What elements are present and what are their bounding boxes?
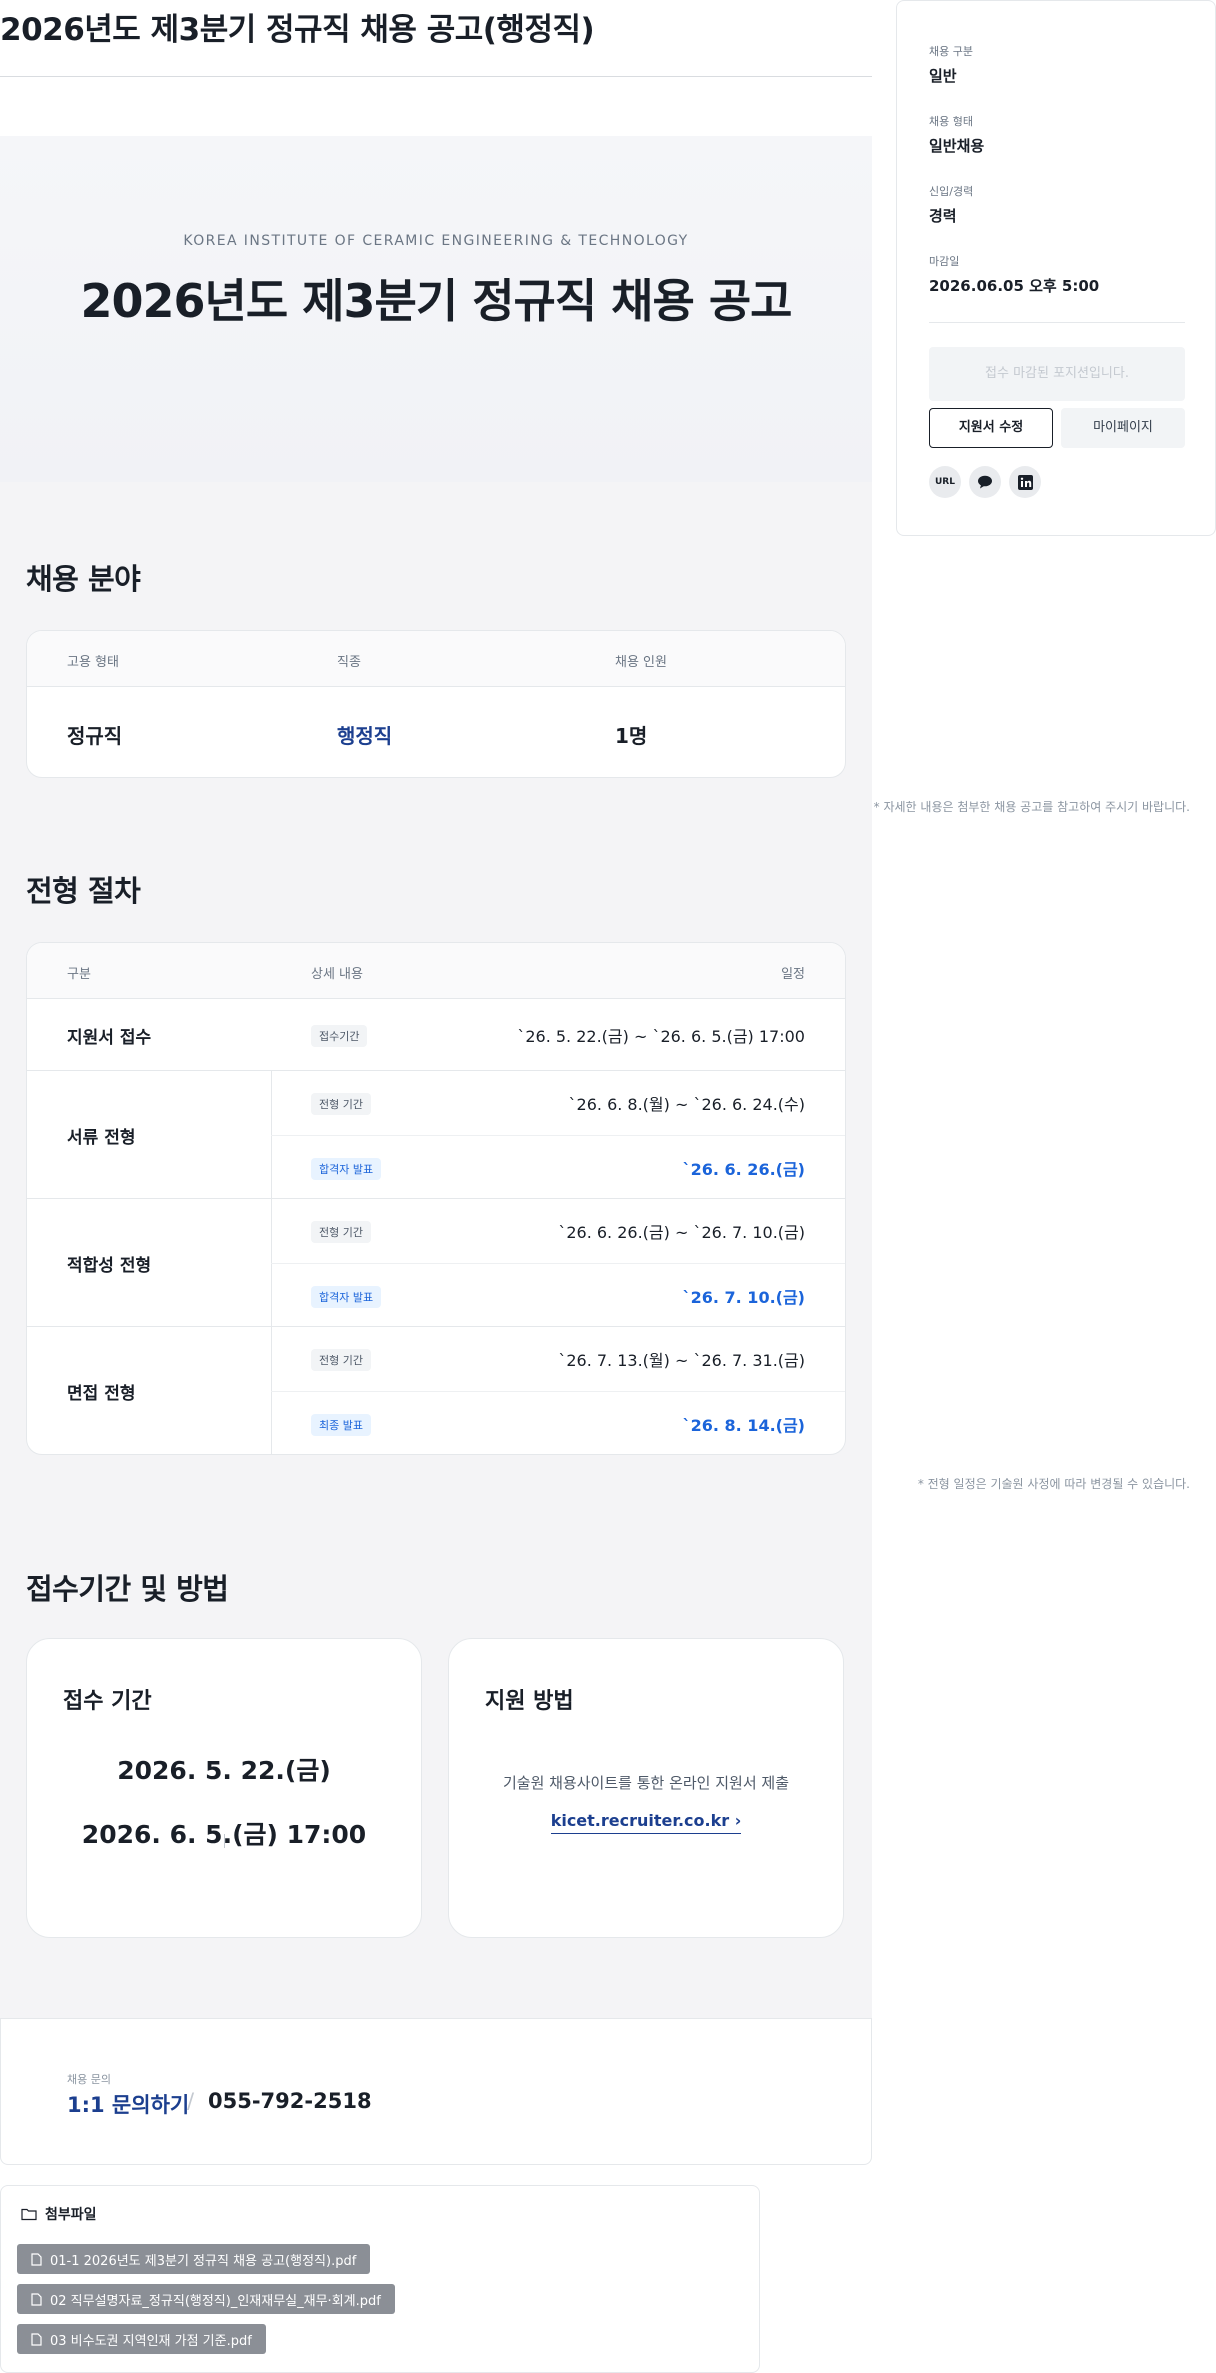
page-title: 2026년도 제3분기 정규직 채용 공고(행정직) xyxy=(0,12,595,48)
method-card: 지원 방법 기술원 채용사이트를 통한 온라인 지원서 제출 kicet.rec… xyxy=(448,1638,844,1938)
stage-date: `26. 6. 26.(금) ~ `26. 7. 10.(금) xyxy=(558,1223,805,1242)
headcount: 1명 xyxy=(615,724,648,748)
hero-title: 2026년도 제3분기 정규직 채용 공고 xyxy=(80,274,793,328)
recruit-field-note: * 자세한 내용은 첨부한 채용 공고를 참고하여 주시기 바랍니다. xyxy=(873,800,1190,814)
column-header: 일정 xyxy=(781,967,805,982)
column-header: 채용 인원 xyxy=(615,655,667,670)
stage-badge: 접수기간 xyxy=(311,1025,368,1047)
file-icon xyxy=(31,2292,42,2306)
stage-name: 지원서 접수 xyxy=(67,1028,152,1048)
file-name: 03 비수도권 지역인재 가점 기준.pdf xyxy=(50,2333,252,2349)
recruit-field-heading: 채용 분야 xyxy=(26,562,141,596)
field-label: 채용 구분 xyxy=(929,45,973,58)
field-value: 일반 xyxy=(929,67,957,85)
linkedin-icon[interactable] xyxy=(1009,466,1041,498)
file-download-button[interactable]: 03 비수도권 지역인재 가점 기준.pdf xyxy=(17,2324,266,2354)
stage-date: `26. 7. 10.(금) xyxy=(682,1288,805,1307)
inquiry-link[interactable]: 1:1 문의하기 xyxy=(67,2089,189,2119)
process-table: 구분 상세 내용 일정 지원서 접수 접수기간 `26. 5. 22.(금) ~… xyxy=(26,942,846,1455)
stage-badge: 전형 기간 xyxy=(311,1349,371,1371)
file-download-button[interactable]: 02 직무설명자료_정규직(행정직)_인재재무실_재무·회계.pdf xyxy=(17,2284,395,2314)
column-header: 고용 형태 xyxy=(67,655,119,670)
share-url-label: URL xyxy=(935,477,955,487)
stage-item: 합격자 발표 `26. 6. 26.(금) xyxy=(271,1135,845,1199)
stage-name: 적합성 전형 xyxy=(67,1256,152,1276)
table-row: 서류 전형 전형 기간 `26. 6. 8.(월) ~ `26. 6. 24.(… xyxy=(27,1071,845,1199)
kakao-icon[interactable] xyxy=(969,466,1001,498)
stage-item: 합격자 발표 `26. 7. 10.(금) xyxy=(271,1263,845,1327)
stage-item: 접수기간 `26. 5. 22.(금) ~ `26. 6. 5.(금) 17:0… xyxy=(271,1003,845,1067)
link-icon[interactable]: URL xyxy=(929,466,961,498)
period-card: 접수 기간 2026. 5. 22.(금) 2026. 6. 5.(금) 17:… xyxy=(26,1638,422,1938)
file-icon xyxy=(31,2252,42,2266)
period-start: 2026. 5. 22.(금) xyxy=(117,1756,331,1785)
stage-badge: 합격자 발표 xyxy=(311,1286,382,1308)
table-row: 적합성 전형 전형 기간 `26. 6. 26.(금) ~ `26. 7. 10… xyxy=(27,1199,845,1327)
method-card-title: 지원 방법 xyxy=(485,1689,574,1714)
linkedin-logo xyxy=(1017,474,1033,490)
stage-badge: 최종 발표 xyxy=(311,1414,371,1436)
title-divider xyxy=(0,76,872,77)
stage-item: 전형 기간 `26. 7. 13.(월) ~ `26. 7. 31.(금) xyxy=(271,1327,845,1391)
period-end: 2026. 6. 5.(금) 17:00 xyxy=(81,1820,367,1849)
employment-type: 정규직 xyxy=(67,724,123,748)
stage-date: `26. 8. 14.(금) xyxy=(682,1416,805,1435)
method-description: 기술원 채용사이트를 통한 온라인 지원서 제출 xyxy=(502,1774,790,1792)
stage-item: 최종 발표 `26. 8. 14.(금) xyxy=(271,1391,845,1454)
column-header: 직종 xyxy=(337,655,361,670)
file-name: 02 직무설명자료_정규직(행정직)_인재재무실_재무·회계.pdf xyxy=(50,2293,381,2309)
job-type-link[interactable]: 행정직 xyxy=(337,720,392,749)
attachments-header: 첨부파일 xyxy=(21,2204,97,2224)
process-note: * 전형 일정은 기술원 사정에 따라 변경될 수 있습니다. xyxy=(917,1477,1190,1491)
edit-application-button[interactable]: 지원서 수정 xyxy=(929,408,1053,448)
contact-phone: 055-792-2518 xyxy=(208,2089,372,2113)
stage-badge: 합격자 발표 xyxy=(311,1158,382,1180)
recruit-field-table: 고용 형태 직종 채용 인원 정규직 행정직 1명 xyxy=(26,630,846,778)
file-icon xyxy=(31,2332,42,2346)
stage-item: 전형 기간 `26. 6. 8.(월) ~ `26. 6. 24.(수) xyxy=(271,1071,845,1135)
contact-separator: / xyxy=(187,2089,195,2113)
table-row: 지원서 접수 접수기간 `26. 5. 22.(금) ~ `26. 6. 5.(… xyxy=(27,999,845,1071)
stage-badge: 전형 기간 xyxy=(311,1093,371,1115)
sidebar-divider xyxy=(929,322,1185,323)
field-label: 신입/경력 xyxy=(929,185,974,198)
stage-name: 면접 전형 xyxy=(67,1384,136,1404)
column-header: 구분 xyxy=(67,967,91,982)
deadline-value: 2026.06.05 오후 5:00 xyxy=(929,277,1100,295)
hero-banner: KOREA INSTITUTE OF CERAMIC ENGINEERING &… xyxy=(0,136,872,482)
recruit-site-link-text[interactable]: kicet.recruiter.co.kr › xyxy=(550,1811,742,1834)
field-value: 일반채용 xyxy=(929,137,985,155)
attachments-box: 첨부파일 01-1 2026년도 제3분기 정규직 채용 공고(행정직).pdf… xyxy=(0,2185,760,2373)
stage-date: `26. 6. 26.(금) xyxy=(682,1160,805,1179)
contact-label: 채용 문의 xyxy=(67,2073,111,2086)
job-summary-sidebar: 채용 구분 일반 채용 형태 일반채용 신입/경력 경력 마감일 2026.06… xyxy=(896,0,1216,536)
table-header: 구분 상세 내용 일정 xyxy=(27,943,845,999)
stage-name: 서류 전형 xyxy=(67,1128,136,1148)
mypage-button[interactable]: 마이페이지 xyxy=(1061,408,1185,448)
field-value: 경력 xyxy=(929,207,957,225)
process-heading: 전형 절차 xyxy=(26,874,141,908)
column-header: 상세 내용 xyxy=(311,967,363,982)
table-header: 고용 형태 직종 채용 인원 xyxy=(27,631,845,687)
period-card-title: 접수 기간 xyxy=(63,1689,152,1714)
folder-icon xyxy=(21,2208,37,2221)
period-heading: 접수기간 및 방법 xyxy=(26,1572,229,1606)
stage-badge: 전형 기간 xyxy=(311,1221,371,1243)
file-download-button[interactable]: 01-1 2026년도 제3분기 정규직 채용 공고(행정직).pdf xyxy=(17,2244,371,2274)
recruit-site-link[interactable]: kicet.recruiter.co.kr › xyxy=(449,1811,843,1834)
stage-date: `26. 7. 13.(월) ~ `26. 7. 31.(금) xyxy=(558,1351,805,1370)
stage-item: 전형 기간 `26. 6. 26.(금) ~ `26. 7. 10.(금) xyxy=(271,1199,845,1263)
file-name: 01-1 2026년도 제3분기 정규직 채용 공고(행정직).pdf xyxy=(50,2253,357,2269)
field-label: 마감일 xyxy=(929,255,960,268)
speech-bubble-icon xyxy=(978,475,992,489)
table-row: 정규직 행정직 1명 xyxy=(27,687,845,777)
table-row: 면접 전형 전형 기간 `26. 7. 13.(월) ~ `26. 7. 31.… xyxy=(27,1327,845,1454)
hero-org-name: KOREA INSTITUTE OF CERAMIC ENGINEERING &… xyxy=(183,233,689,249)
contact-box: 채용 문의 1:1 문의하기 / 055-792-2518 xyxy=(0,2018,872,2165)
stage-date: `26. 5. 22.(금) ~ `26. 6. 5.(금) 17:00 xyxy=(517,1027,805,1046)
field-label: 채용 형태 xyxy=(929,115,973,128)
closed-status-button: 접수 마감된 포지션입니다. xyxy=(929,347,1185,401)
stage-date: `26. 6. 8.(월) ~ `26. 6. 24.(수) xyxy=(568,1095,805,1114)
attachments-title: 첨부파일 xyxy=(45,2207,97,2223)
